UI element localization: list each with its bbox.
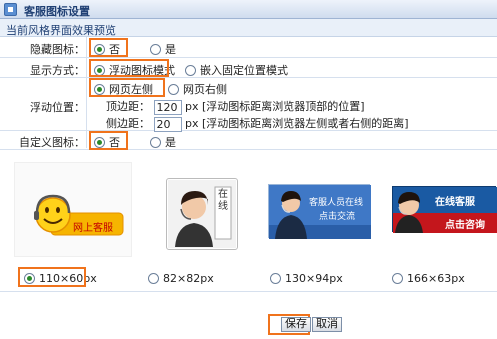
highlight-box	[18, 267, 86, 287]
preview-section-header: 当前风格界面效果预览	[0, 19, 497, 37]
top-margin-unit: px	[185, 100, 199, 113]
window-titlebar: 客服图标设置	[0, 0, 497, 19]
icon-1-text: 网上客服	[73, 223, 113, 234]
display-mode-label: 显示方式：	[30, 64, 85, 77]
custom-icon-option-yes[interactable]: 是	[150, 134, 176, 150]
radio-icon[interactable]	[392, 273, 403, 284]
radio-icon[interactable]	[270, 273, 281, 284]
float-position-label: 浮动位置：	[30, 101, 85, 114]
icon-card-4[interactable]: 在线客服 点击咨询	[392, 186, 497, 233]
highlight-box	[89, 131, 128, 150]
size-option-3[interactable]: 130×94px	[270, 272, 343, 285]
side-margin-input[interactable]: 20	[153, 116, 182, 132]
radio-icon[interactable]	[150, 137, 161, 148]
window-icon	[4, 3, 17, 16]
window-title: 客服图标设置	[24, 5, 90, 18]
icon-3-text-line1: 客服人员在线	[309, 198, 364, 208]
side-margin-label: 侧边距：	[106, 117, 150, 130]
highlight-box	[89, 78, 165, 97]
side-margin-unit: px	[185, 117, 199, 130]
custom-icon-label: 自定义图标：	[19, 136, 85, 149]
smiley-service-icon	[34, 194, 124, 236]
radio-icon[interactable]	[150, 44, 161, 55]
custom-icon-row: 自定义图标： 否 是	[0, 131, 497, 150]
icon-card-2[interactable]: 在线	[166, 178, 238, 250]
icon-size-row: 110×60px 82×82px 130×94px 166×63px	[0, 264, 497, 292]
size-option-4[interactable]: 166×63px	[392, 272, 465, 285]
icon-3-text-line2: 点击交流	[319, 212, 356, 222]
icon-4-text-line1: 在线客服	[435, 197, 475, 208]
hide-icon-row: 隐藏图标： 否 是	[0, 37, 497, 58]
top-margin-hint: [浮动图标距离浏览器顶部的位置]	[202, 100, 365, 113]
radio-icon[interactable]	[148, 273, 159, 284]
display-mode-row: 显示方式： 浮动图标模式 嵌入固定位置模式	[0, 58, 497, 78]
radio-icon[interactable]	[168, 84, 179, 95]
float-position-row: 浮动位置： 网页左侧 网页右侧 顶边距： 120 px [浮动图标距离浏览器顶部…	[0, 78, 497, 132]
icon-card-3[interactable]: 客服人员在线 点击交流	[268, 184, 371, 239]
highlight-box	[89, 38, 128, 57]
top-margin-label: 顶边距：	[106, 100, 150, 113]
side-margin-hint: [浮动图标距离浏览器左侧或者右侧的距离]	[202, 117, 409, 130]
side-margin-field: 侧边距： 20 px [浮动图标距离浏览器左侧或者右侧的距离]	[106, 115, 409, 132]
top-margin-input[interactable]: 120	[153, 99, 182, 115]
icon-2-text: 在线	[218, 189, 228, 212]
icon-card-1[interactable]: 网上客服	[14, 162, 132, 257]
cancel-button[interactable]: 取消	[312, 317, 342, 332]
hide-icon-option-yes[interactable]: 是	[150, 41, 176, 57]
float-position-option-right[interactable]: 网页右侧	[168, 81, 227, 97]
size-option-2[interactable]: 82×82px	[148, 272, 214, 285]
display-mode-option-embed[interactable]: 嵌入固定位置模式	[185, 62, 288, 78]
section-title: 当前风格界面效果预览	[6, 24, 116, 37]
top-margin-field: 顶边距： 120 px [浮动图标距离浏览器顶部的位置]	[106, 98, 365, 115]
save-button[interactable]: 保存	[281, 317, 311, 332]
radio-icon[interactable]	[185, 65, 196, 76]
hide-icon-label: 隐藏图标：	[30, 43, 85, 56]
icon-gallery: 网上客服 在线 客服人员在线 点击交流 在线客服 点击咨询	[0, 150, 497, 264]
highlight-box	[89, 59, 169, 77]
icon-4-text-line2: 点击咨询	[445, 220, 485, 231]
